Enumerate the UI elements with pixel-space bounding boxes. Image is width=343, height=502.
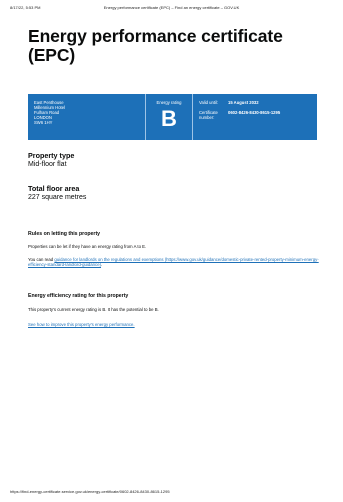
valid-until-value: 15 August 2032 [228,100,259,105]
page-title: Energy performance certificate (EPC) [28,26,283,65]
floor-area-value: 227 square metres [28,194,87,201]
energy-rating-value: B [161,106,177,131]
letting-rules-heading: Rules on letting this property [28,231,101,237]
certificate-number-value: 0602-8426-8430-8615-1295 [228,110,281,116]
valid-until-label: Valid until: [199,100,219,105]
letting-guidance-suffix: . [101,262,103,268]
print-header: 8/17/22, 5:53 PM Energy performance cert… [10,5,333,13]
improve-performance-link[interactable]: See how to improve this property's energ… [28,322,135,327]
property-type-value: Mid-floor flat [28,161,67,168]
energy-rating-label: Energy rating [156,100,182,105]
letting-rules-text: Properties can be let if they have an en… [28,244,147,249]
certificate-summary: East Penthouse Millennium Hotel Fulham R… [28,94,317,140]
energy-rating: Energy rating B [146,94,193,140]
efficiency-text: This property's current energy rating is… [28,307,159,312]
landlord-guidance-link[interactable]: guidance for landlords on the regulation… [28,257,319,267]
print-footer-url: https://find-energy-certificate.service.… [10,489,170,494]
print-title: Energy performance certificate (EPC) – F… [103,5,240,10]
property-address: East Penthouse Millennium Hotel Fulham R… [28,94,146,140]
certificate-number-label-2: number: [199,115,215,121]
letting-guidance-text: You can read guidance for landlords on t… [28,257,319,268]
certificate-meta: Valid until: 15 August 2032 Certificate … [193,94,317,140]
address-line: SW6 1HY [34,120,53,126]
letting-guidance-prefix: You can read [28,257,55,262]
property-type-heading: Property type [28,151,75,160]
efficiency-heading: Energy efficiency rating for this proper… [28,293,129,299]
floor-area-heading: Total floor area [28,184,80,193]
